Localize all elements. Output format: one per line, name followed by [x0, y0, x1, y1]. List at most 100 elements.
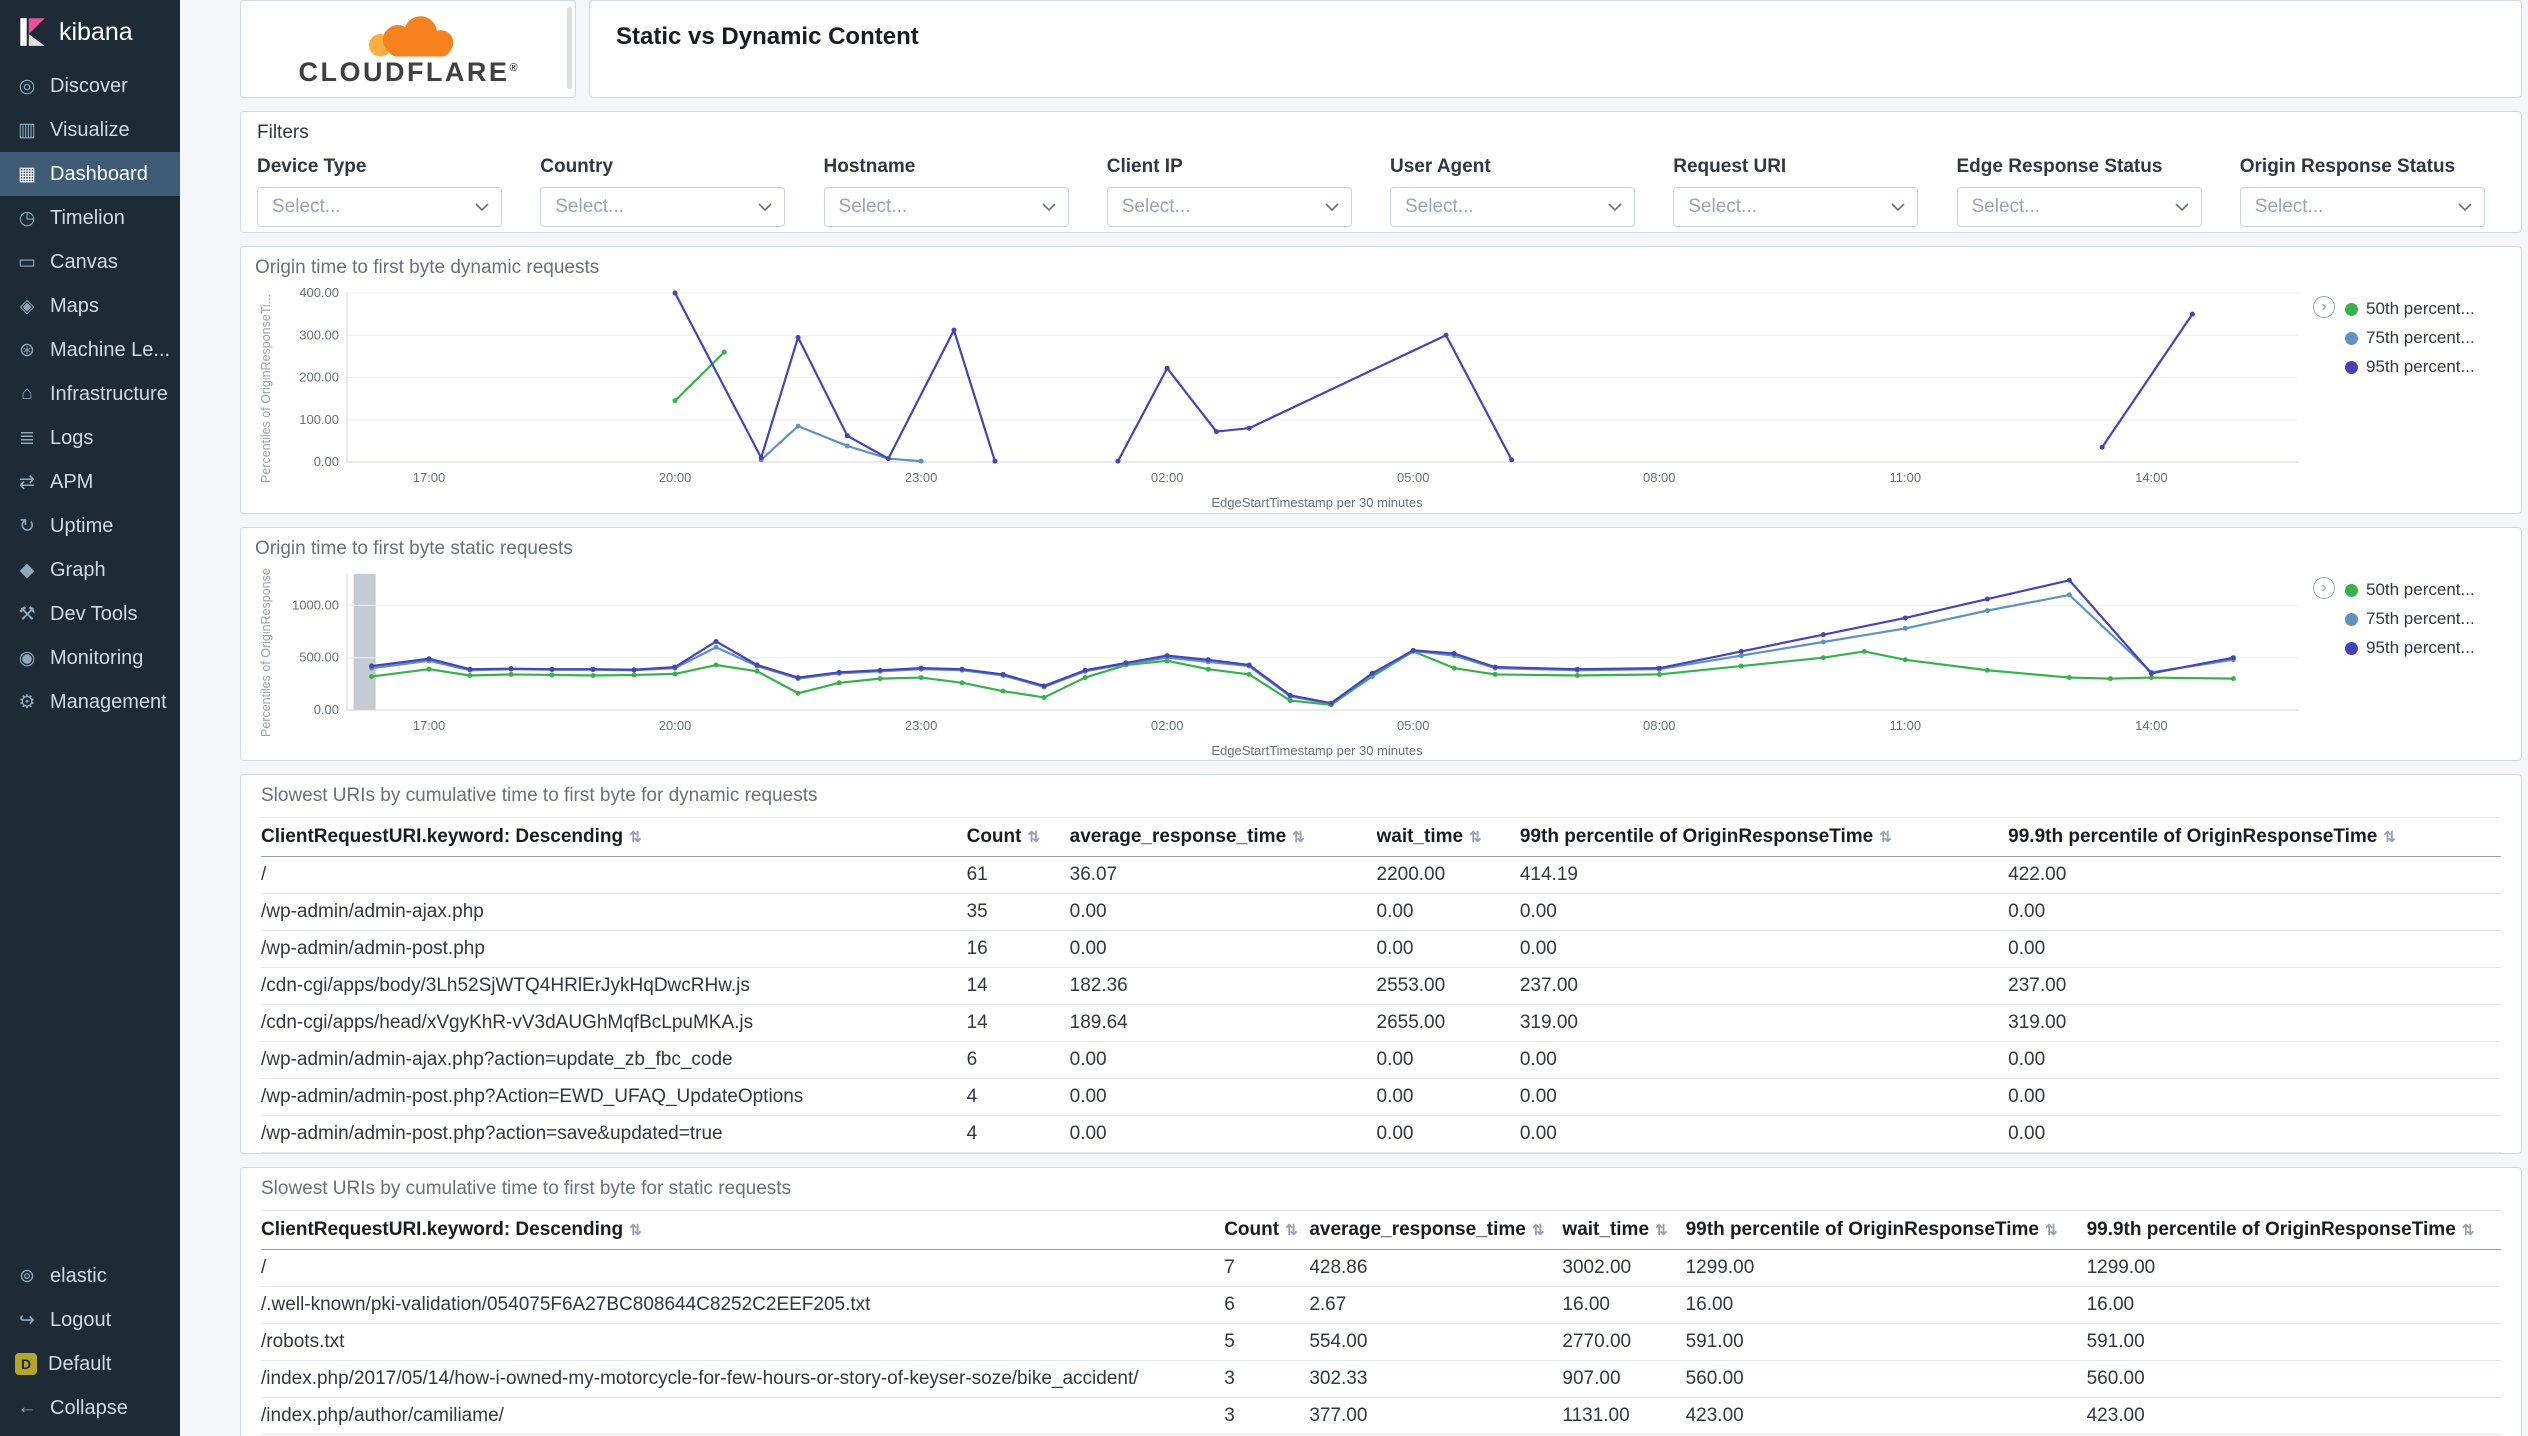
sidebar-item-uptime[interactable]: ↻ Uptime — [0, 504, 180, 548]
column-header-99-9th-percentile-of-originresponsetime[interactable]: 99.9th percentile of OriginResponseTime ⇅ — [2008, 817, 2501, 857]
column-header-label: average_response_time — [1069, 826, 1287, 847]
select-placeholder: Select... — [555, 196, 624, 217]
column-header-average-response-time[interactable]: average_response_time ⇅ — [1309, 1210, 1563, 1250]
sort-icon[interactable]: ⇅ — [1879, 829, 1892, 846]
filter-select-origin-response-status[interactable]: Select... — [2239, 187, 2485, 227]
legend-item-50th-percent[interactable]: 50th percent... — [2345, 299, 2507, 319]
legend-item-75th-percent[interactable]: 75th percent... — [2345, 609, 2507, 629]
column-header-label: Count — [966, 826, 1022, 847]
column-header-average-response-time[interactable]: average_response_time ⇅ — [1069, 817, 1377, 857]
column-header-99th-percentile-of-originresponsetime[interactable]: 99th percentile of OriginResponseTime ⇅ — [1685, 1210, 2087, 1250]
sidebar-item-discover[interactable]: ◎ Discover — [0, 64, 180, 108]
y-tick-label: 0.00 — [314, 454, 339, 469]
table-cell: 0.00 — [2008, 1152, 2501, 1153]
legend-toggle-button[interactable]: › — [2313, 296, 2335, 318]
sidebar-item-timelion[interactable]: ◷ Timelion — [0, 196, 180, 240]
column-header-count[interactable]: Count ⇅ — [1224, 1210, 1310, 1250]
sort-icon[interactable]: ⇅ — [2383, 829, 2396, 846]
column-header-clientrequesturi-keyword-descending[interactable]: ClientRequestURI.keyword: Descending ⇅ — [261, 817, 967, 857]
data-point — [1574, 666, 1580, 672]
table-cell: 0.00 — [1519, 930, 2009, 968]
sidebar-item-elastic[interactable]: ⊚ elastic — [0, 1254, 180, 1298]
filter-label: Edge Response Status — [1956, 156, 2163, 177]
filter-select-request-uri[interactable]: Select... — [1673, 187, 1919, 227]
sidebar-item-label: Collapse — [50, 1396, 128, 1419]
column-header-clientrequesturi-keyword-descending[interactable]: ClientRequestURI.keyword: Descending ⇅ — [261, 1210, 1225, 1250]
sidebar: kibana ◎ Discover ▥ Visualize ▦ Dashboard ◷ Tim… — [0, 0, 180, 1436]
column-header-count[interactable]: Count ⇅ — [966, 817, 1070, 857]
chevron-down-icon — [475, 202, 489, 211]
legend-toggle-button[interactable]: › — [2313, 577, 2335, 599]
sidebar-item-canvas[interactable]: ▭ Canvas — [0, 240, 180, 284]
table-cell: 423.00 — [1685, 1397, 2087, 1435]
sort-icon[interactable]: ⇅ — [2045, 1222, 2058, 1239]
x-tick-label: 05:00 — [1397, 470, 1430, 485]
filter-select-client-ip[interactable]: Select... — [1106, 187, 1352, 227]
filter-select-device-type[interactable]: Select... — [257, 187, 502, 227]
data-point — [1984, 667, 1990, 673]
filter-device-type: Device Type Select... — [257, 156, 522, 227]
sidebar-item-visualize[interactable]: ▥ Visualize — [0, 108, 180, 152]
sidebar-item-label: Monitoring — [50, 646, 144, 669]
sort-icon[interactable]: ⇅ — [2462, 1222, 2475, 1239]
data-point — [836, 680, 842, 686]
legend-item-50th-percent[interactable]: 50th percent... — [2345, 580, 2507, 600]
sort-icon[interactable]: ⇅ — [1655, 1222, 1668, 1239]
column-header-label: 99th percentile of OriginResponseTime — [1519, 826, 1874, 847]
sidebar-item-logout[interactable]: ↪ Logout — [0, 1298, 180, 1342]
sidebar-item-machine-le[interactable]: ⊛ Machine Le... — [0, 328, 180, 372]
column-header-99th-percentile-of-originresponsetime[interactable]: 99th percentile of OriginResponseTime ⇅ — [1519, 817, 2009, 857]
data-point — [672, 671, 678, 677]
sort-icon[interactable]: ⇅ — [1292, 829, 1305, 846]
sort-icon[interactable]: ⇅ — [1285, 1222, 1298, 1239]
data-point — [795, 334, 801, 340]
sort-icon[interactable]: ⇅ — [1532, 1222, 1545, 1239]
data-point — [631, 672, 637, 678]
column-header-99-9th-percentile-of-originresponsetime[interactable]: 99.9th percentile of OriginResponseTime ⇅ — [2086, 1210, 2501, 1250]
sidebar-item-collapse[interactable]: ← Collapse — [0, 1386, 180, 1430]
chevron-down-icon — [2458, 202, 2472, 211]
sort-icon[interactable]: ⇅ — [629, 829, 642, 846]
chart-plot-area[interactable]: 0.00 500.00 1000.00 17:00 20:00 23:00 02:00 05:… — [277, 564, 2309, 741]
filter-select-edge-response-status[interactable]: Select... — [1956, 187, 2202, 227]
sidebar-item-apm[interactable]: ⇄ APM — [0, 460, 180, 504]
data-point — [1213, 429, 1219, 435]
filter-select-user-agent[interactable]: Select... — [1390, 187, 1635, 227]
filter-select-hostname[interactable]: Select... — [823, 187, 1069, 227]
table-cell: 16 — [966, 930, 1070, 968]
sort-icon[interactable]: ⇅ — [1027, 829, 1040, 846]
legend-item-95th-percent[interactable]: 95th percent... — [2345, 357, 2507, 377]
sidebar-item-infrastructure[interactable]: ⌂ Infrastructure — [0, 372, 180, 416]
dashboard-icon: ▦ — [18, 163, 36, 185]
legend-item-95th-percent[interactable]: 95th percent... — [2345, 638, 2507, 658]
legend-label: 95th percent... — [2366, 638, 2475, 657]
filter-select-country[interactable]: Select... — [540, 187, 786, 227]
sort-icon[interactable]: ⇅ — [629, 1222, 642, 1239]
panel-scrollbar[interactable] — [567, 7, 572, 89]
sidebar-item-default[interactable]: D Default — [0, 1342, 180, 1386]
table-cell: 16.00 — [1685, 1286, 2087, 1324]
data-point — [713, 638, 719, 644]
sidebar-item-monitoring[interactable]: ◉ Monitoring — [0, 636, 180, 680]
kibana-brand[interactable]: kibana — [0, 0, 180, 64]
sidebar-item-dashboard[interactable]: ▦ Dashboard — [0, 152, 180, 196]
data-point — [672, 398, 678, 404]
column-header-wait-time[interactable]: wait_time ⇅ — [1562, 1210, 1686, 1250]
sidebar-item-maps[interactable]: ◈ Maps — [0, 284, 180, 328]
discover-icon: ◎ — [18, 75, 36, 97]
chart-panel-dynamic-requests: Origin time to first byte dynamic reques… — [240, 246, 2522, 514]
column-header-wait-time[interactable]: wait_time ⇅ — [1376, 817, 1520, 857]
sidebar-item-graph[interactable]: ◆ Graph — [0, 548, 180, 592]
filter-label: Device Type — [257, 156, 367, 177]
sidebar-item-management[interactable]: ⚙ Management — [0, 680, 180, 724]
legend-item-75th-percent[interactable]: 75th percent... — [2345, 328, 2507, 348]
cloudflare-logo-panel: CLOUDFLARE® — [240, 0, 576, 98]
chart-plot-area[interactable]: 0.00 100.00 200.00 300.00 400.00 17:00 20:00 23… — [277, 283, 2309, 493]
sort-icon[interactable]: ⇅ — [1469, 829, 1482, 846]
data-point — [795, 690, 801, 696]
sidebar-item-dev-tools[interactable]: ⚒ Dev Tools — [0, 592, 180, 636]
column-header-label: 99.9th percentile of OriginResponseTime — [2008, 826, 2378, 847]
sidebar-item-logs[interactable]: ≣ Logs — [0, 416, 180, 460]
data-point — [713, 644, 719, 650]
table-cell: 0.00 — [1069, 1078, 1377, 1116]
